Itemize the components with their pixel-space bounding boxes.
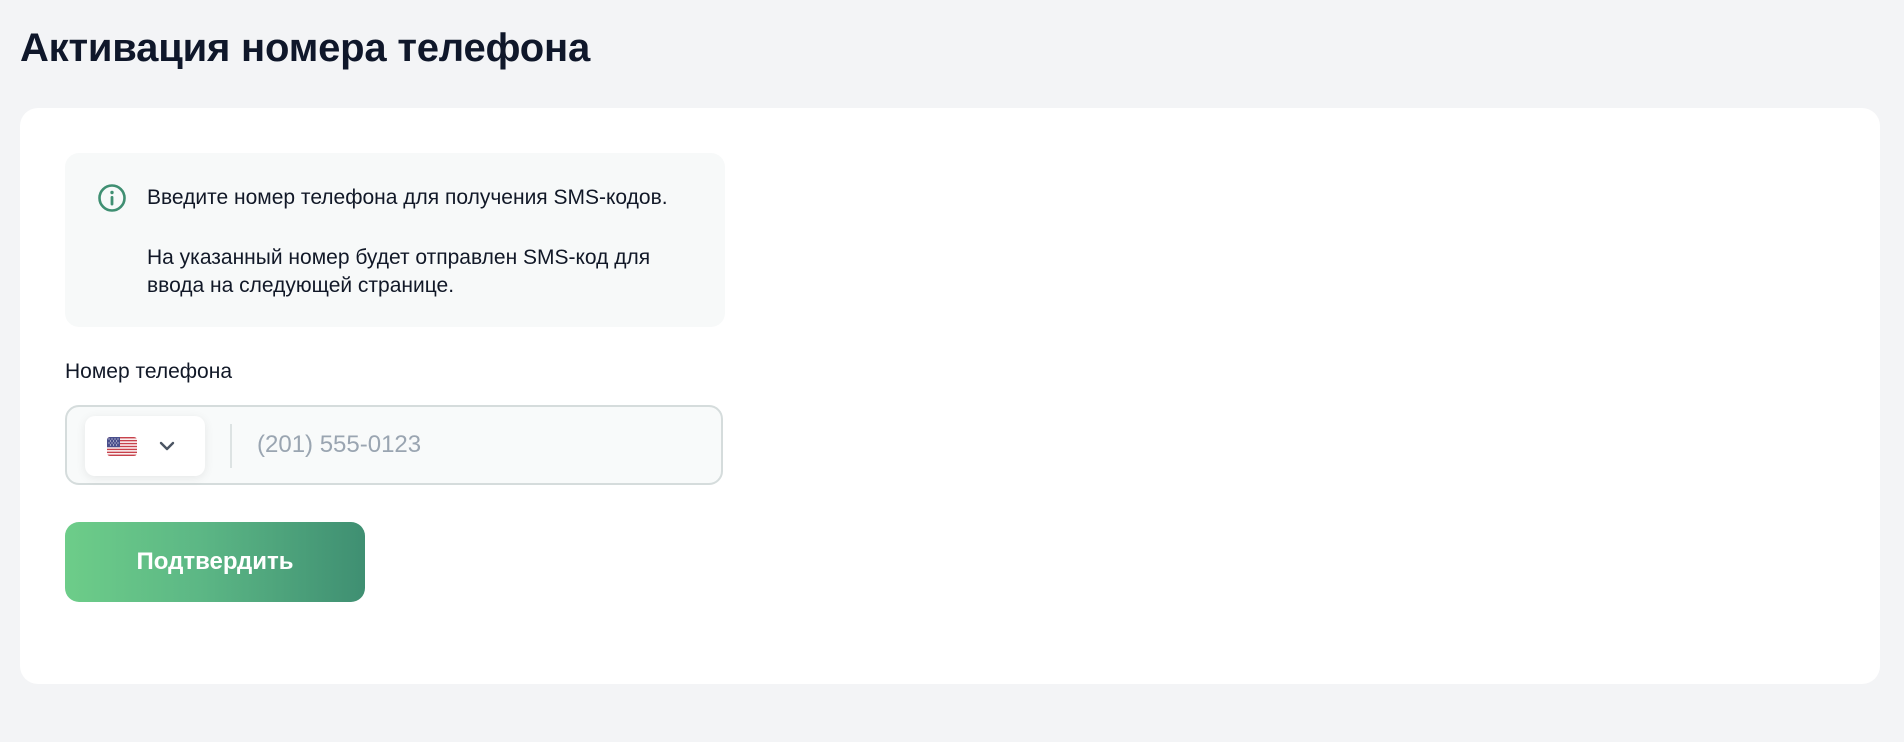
info-text-primary: Введите номер телефона для получения SMS… xyxy=(147,186,668,209)
country-code-dropdown[interactable] xyxy=(85,416,205,476)
info-text-secondary: На указанный номер будет отправлен SMS-к… xyxy=(147,246,651,297)
info-box: Введите номер телефона для получения SMS… xyxy=(65,153,725,327)
phone-number-input[interactable] xyxy=(257,421,697,469)
phone-field-label: Номер телефона xyxy=(65,360,233,383)
us-flag-icon xyxy=(107,437,137,456)
field-divider xyxy=(230,424,232,468)
chevron-down-icon xyxy=(159,441,175,451)
info-circle-icon xyxy=(98,184,126,212)
confirm-button[interactable]: Подтвердить xyxy=(65,522,365,602)
activation-card: Введите номер телефона для получения SMS… xyxy=(20,108,1880,684)
phone-field xyxy=(65,405,723,485)
page-title: Активация номера телефона xyxy=(20,26,591,70)
